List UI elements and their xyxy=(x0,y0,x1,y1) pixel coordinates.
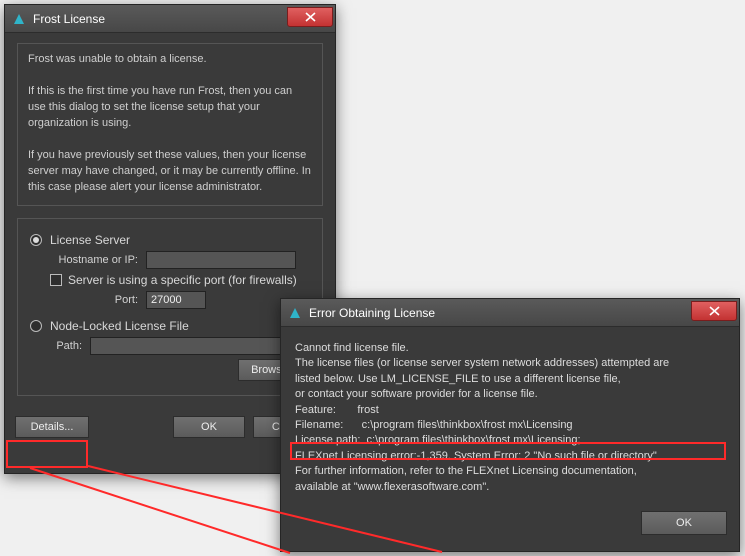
info-frame: Frost was unable to obtain a license. If… xyxy=(17,43,323,206)
hostname-label: Hostname or IP: xyxy=(50,254,146,266)
error-line: Cannot find license file. xyxy=(295,341,725,356)
close-button[interactable] xyxy=(691,301,737,321)
info-first-time: If this is the first time you have run F… xyxy=(28,84,312,132)
path-label: Path: xyxy=(50,340,90,352)
radio-license-server-label: License Server xyxy=(50,233,130,247)
error-line: listed below. Use LM_LICENSE_FILE to use… xyxy=(295,372,725,387)
info-intro: Frost was unable to obtain a license. xyxy=(28,52,312,68)
options-frame: License Server Hostname or IP: Server is… xyxy=(17,218,323,396)
error-feature: Feature: frost xyxy=(295,403,725,418)
error-line: or contact your software provider for a … xyxy=(295,387,725,402)
ok-button[interactable]: OK xyxy=(173,416,245,438)
radio-node-locked-label: Node-Locked License File xyxy=(50,319,189,333)
window-title: Frost License xyxy=(33,12,287,26)
error-titlebar: Error Obtaining License xyxy=(281,299,739,327)
hostname-input[interactable] xyxy=(146,251,296,269)
error-licpath: License path: c:\program files\thinkbox\… xyxy=(295,433,725,448)
error-line: The license files (or license server sys… xyxy=(295,356,725,371)
error-filename: Filename: c:\program files\thinkbox\fros… xyxy=(295,418,725,433)
info-previously: If you have previously set these values,… xyxy=(28,148,312,196)
port-input[interactable] xyxy=(146,291,206,309)
error-body: Cannot find license file. The license fi… xyxy=(281,327,739,505)
error-more: available at "www.flexerasoftware.com". xyxy=(295,480,725,495)
details-button[interactable]: Details... xyxy=(15,416,89,438)
app-icon xyxy=(287,305,303,321)
radio-node-locked[interactable] xyxy=(30,320,42,332)
frost-titlebar: Frost License xyxy=(5,5,335,33)
radio-license-server-row: License Server xyxy=(30,233,310,247)
error-flexnet: FLEXnet Licensing error:-1,359. System E… xyxy=(295,449,725,464)
path-input[interactable] xyxy=(90,337,310,355)
radio-license-server[interactable] xyxy=(30,234,42,246)
specific-port-checkbox[interactable] xyxy=(50,274,62,286)
error-more: For further information, refer to the FL… xyxy=(295,464,725,479)
port-label: Port: xyxy=(50,294,146,306)
window-title: Error Obtaining License xyxy=(309,306,691,320)
error-ok-button[interactable]: OK xyxy=(641,511,727,535)
app-icon xyxy=(11,11,27,27)
specific-port-label: Server is using a specific port (for fir… xyxy=(68,273,297,287)
error-window: Error Obtaining License Cannot find lice… xyxy=(280,298,740,552)
close-button[interactable] xyxy=(287,7,333,27)
